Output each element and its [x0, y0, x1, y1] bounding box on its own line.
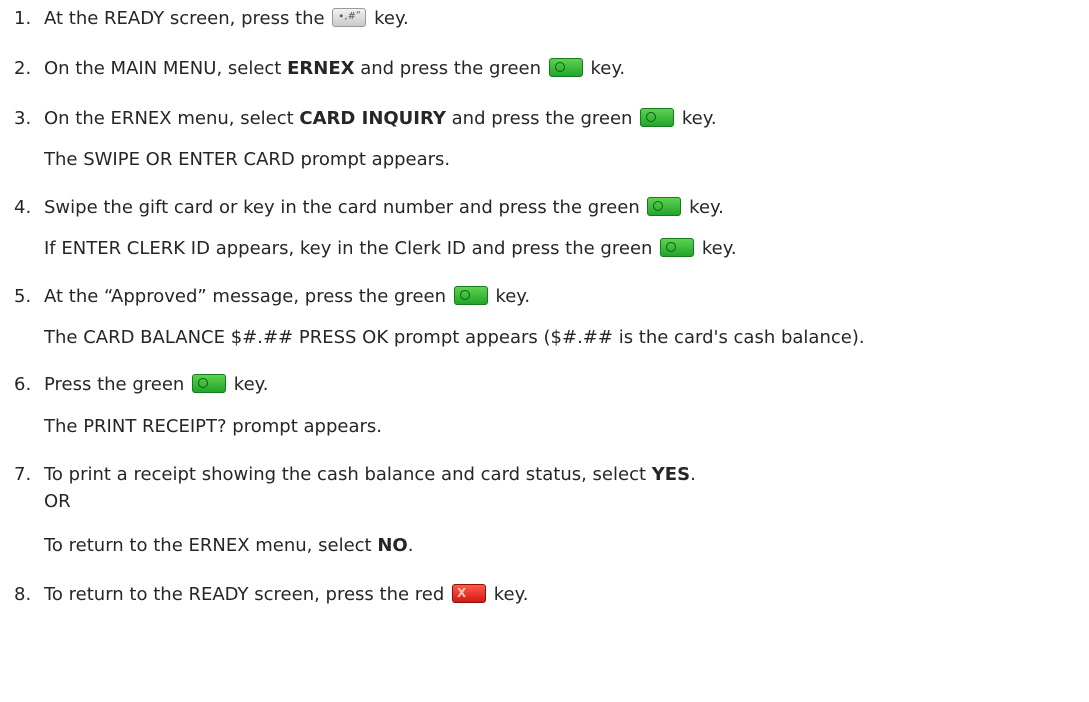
- step-text: At the “Approved” message, press the gre…: [44, 286, 452, 307]
- cancel-key-glyph: X: [457, 586, 467, 600]
- step-text: .: [690, 464, 696, 485]
- step-text: Press the green: [44, 374, 191, 395]
- step-number: 8.: [14, 584, 32, 605]
- ok-key-icon: [453, 286, 488, 305]
- ok-key-icon: [660, 238, 695, 257]
- option-no: NO: [377, 535, 408, 556]
- step-text: key.: [228, 374, 269, 395]
- step-text: To return to the READY screen, press the…: [44, 584, 451, 605]
- step-text: key.: [584, 58, 626, 79]
- step-note: To return to the ERNEX menu, select: [44, 535, 378, 556]
- cancel-key-icon: X: [452, 584, 487, 603]
- ok-key-icon: [647, 197, 682, 216]
- menu-option-ernex: ERNEX: [287, 58, 355, 79]
- step-text: key.: [488, 584, 529, 605]
- step-number: 3.: [14, 108, 32, 129]
- step-text: key.: [683, 197, 724, 218]
- ok-key-icon: [640, 108, 675, 127]
- function-key-icon: ∙,#ʺ: [332, 8, 367, 27]
- step-text: and press the green: [445, 108, 639, 129]
- menu-option-card-inquiry: CARD INQUIRY: [299, 108, 446, 129]
- step-text: and press the green: [354, 58, 547, 79]
- step-note: The PRINT RECEIPT? prompt appears.: [44, 416, 382, 437]
- step-text: On the ERNEX menu, select: [44, 108, 300, 129]
- ok-key-icon: [548, 58, 583, 77]
- step-note: If ENTER CLERK ID appears, key in the Cl…: [44, 238, 659, 259]
- step-text: To print a receipt showing the cash bala…: [44, 464, 652, 485]
- step-note: The CARD BALANCE $#.## PRESS OK prompt a…: [44, 327, 865, 348]
- step-text: key.: [676, 108, 717, 129]
- step-number: 7.: [14, 464, 32, 485]
- step-number: 1.: [14, 8, 32, 29]
- option-yes: YES: [651, 464, 691, 485]
- function-key-glyph: ∙,#ʺ: [338, 11, 361, 22]
- step-number: 5.: [14, 286, 32, 307]
- step-text: At the READY screen, press the: [44, 8, 331, 29]
- step-text: Swipe the gift card or key in the card n…: [44, 197, 646, 218]
- step-note: key.: [696, 238, 737, 259]
- step-number: 6.: [14, 374, 32, 395]
- step-note: .: [407, 535, 414, 556]
- or-separator: OR: [44, 491, 71, 512]
- ok-key-icon: [192, 374, 227, 393]
- step-text: On the MAIN MENU, select: [44, 58, 288, 79]
- step-text: key.: [368, 8, 409, 29]
- step-number: 4.: [14, 197, 32, 218]
- step-number: 2.: [14, 58, 32, 79]
- step-text: key.: [489, 286, 531, 307]
- step-note: The SWIPE OR ENTER CARD prompt appears.: [44, 149, 451, 170]
